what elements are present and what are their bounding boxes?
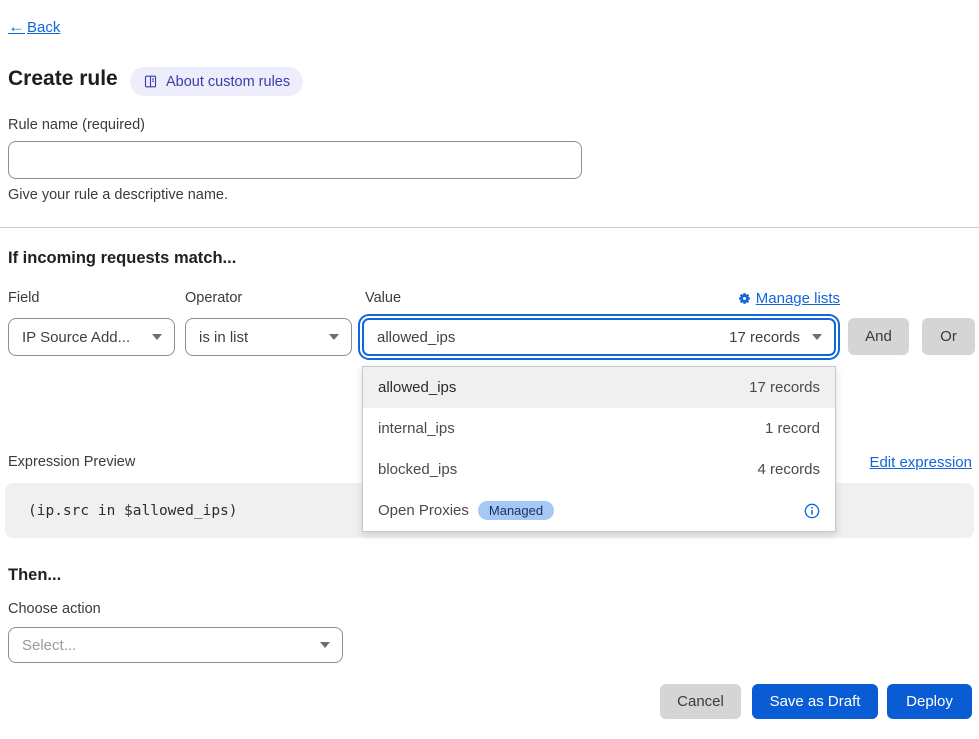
field-select[interactable]: IP Source Add... [8, 318, 175, 356]
list-item-records: 1 record [765, 420, 820, 437]
list-item-name: blocked_ips [378, 461, 457, 478]
rule-name-helper: Give your rule a descriptive name. [8, 187, 228, 203]
about-custom-rules-badge[interactable]: About custom rules [130, 67, 303, 96]
expression-code: (ip.src in $allowed_ips) [28, 503, 238, 519]
value-select-records: 17 records [729, 329, 800, 346]
list-item-records: 17 records [749, 379, 820, 396]
gear-icon [738, 292, 751, 305]
list-item-records: 4 records [757, 461, 820, 478]
chevron-down-icon [812, 334, 822, 340]
chevron-down-icon [320, 642, 330, 648]
list-item-open-proxies[interactable]: Open Proxies Managed [363, 490, 835, 531]
cancel-button[interactable]: Cancel [660, 684, 741, 719]
choose-action-label: Choose action [8, 601, 101, 617]
action-select-placeholder: Select... [22, 637, 76, 654]
rule-name-input[interactable] [8, 141, 582, 179]
expression-preview-label: Expression Preview [8, 454, 135, 470]
action-select[interactable]: Select... [8, 627, 343, 663]
value-label: Value [365, 290, 401, 306]
page-title: Create rule [8, 67, 118, 91]
operator-select[interactable]: is in list [185, 318, 352, 356]
and-button[interactable]: And [848, 318, 909, 355]
about-badge-label: About custom rules [166, 74, 290, 90]
field-select-value: IP Source Add... [22, 329, 130, 346]
back-arrow-icon: ← [8, 17, 25, 37]
manage-lists-label: Manage lists [756, 290, 840, 307]
operator-label: Operator [185, 290, 242, 306]
list-item-allowed-ips[interactable]: allowed_ips 17 records [363, 367, 835, 408]
list-item-internal-ips[interactable]: internal_ips 1 record [363, 408, 835, 449]
list-item-name: Open Proxies [378, 502, 469, 519]
list-item-blocked-ips[interactable]: blocked_ips 4 records [363, 449, 835, 490]
or-button[interactable]: Or [922, 318, 975, 355]
deploy-button[interactable]: Deploy [887, 684, 972, 719]
field-label: Field [8, 290, 39, 306]
then-section-heading: Then... [8, 566, 61, 585]
create-rule-page: ← Back Create rule About custom rules Ru… [0, 0, 979, 739]
list-item-name: allowed_ips [378, 379, 456, 396]
book-icon [143, 74, 158, 89]
value-select[interactable]: allowed_ips 17 records [362, 318, 836, 356]
back-link[interactable]: ← Back [8, 17, 60, 37]
rule-name-label: Rule name (required) [8, 117, 145, 133]
section-divider [0, 227, 979, 228]
value-dropdown-list: allowed_ips 17 records internal_ips 1 re… [362, 366, 836, 532]
chevron-down-icon [152, 334, 162, 340]
value-select-value: allowed_ips [377, 329, 455, 346]
chevron-down-icon [329, 334, 339, 340]
match-section-heading: If incoming requests match... [8, 249, 236, 268]
list-item-name: internal_ips [378, 420, 455, 437]
save-as-draft-button[interactable]: Save as Draft [752, 684, 878, 719]
managed-badge: Managed [478, 501, 554, 520]
manage-lists-link[interactable]: Manage lists [738, 290, 840, 307]
info-icon[interactable] [804, 503, 820, 519]
operator-select-value: is in list [199, 329, 248, 346]
edit-expression-link[interactable]: Edit expression [869, 454, 972, 471]
back-label: Back [27, 19, 60, 36]
